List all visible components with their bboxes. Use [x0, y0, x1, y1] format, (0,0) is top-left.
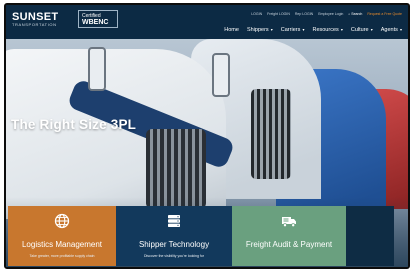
utility-link-login[interactable]: LOGIN: [251, 12, 262, 16]
utility-link-employee-login[interactable]: Employee Login: [318, 12, 343, 16]
site-header: SUNSET TRANSPORTATION Certified WBENC LO…: [6, 5, 408, 39]
card-next-partial: [346, 206, 394, 266]
nav-item-home[interactable]: Home: [224, 27, 239, 33]
search-icon: ⌕: [348, 12, 351, 16]
site-logo[interactable]: SUNSET TRANSPORTATION: [12, 11, 58, 27]
brand-tagline: TRANSPORTATION: [12, 22, 57, 27]
nav-label: Home: [224, 27, 239, 33]
card-title: Shipper Technology: [138, 240, 210, 249]
search-label: Search: [351, 12, 363, 16]
utility-link-freight-login[interactable]: Freight LOGIN: [267, 12, 290, 16]
truck-icon: [282, 217, 296, 228]
card-shipper-technology[interactable]: Shipper Technology Discover the visibili…: [116, 206, 232, 266]
card-title: Logistics Management: [21, 240, 103, 249]
wbenc-badge: Certified WBENC: [78, 10, 118, 28]
server-icon: [168, 215, 180, 227]
wbenc-badge-text: WBENC: [82, 19, 109, 26]
nav-label: Shippers: [246, 27, 269, 33]
nav-label: Carriers: [280, 27, 301, 33]
chevron-down-icon: ▾: [369, 27, 373, 32]
card-title: Freight Audit & Payment: [245, 240, 333, 249]
chevron-down-icon: ▾: [339, 27, 343, 32]
nav-item-shippers[interactable]: Shippers ▾: [247, 27, 273, 33]
nav-label: Culture: [350, 27, 369, 33]
nav-item-culture[interactable]: Culture ▾: [351, 27, 373, 33]
service-cards: Logistics Management Take greater, more …: [8, 206, 394, 266]
request-quote-link[interactable]: Request a Free Quote: [367, 12, 402, 16]
chevron-down-icon: ▾: [398, 27, 402, 32]
chevron-down-icon: ▾: [301, 27, 305, 32]
truck-mirror: [88, 47, 106, 91]
card-description: Discover the visibility you're looking f…: [144, 254, 204, 258]
card-description: Take greater, more profitable supply cha…: [29, 254, 95, 258]
nav-item-carriers[interactable]: Carriers ▾: [281, 27, 305, 33]
utility-link-rep-login[interactable]: Rep LOGIN: [295, 12, 313, 16]
nav-label: Agents: [380, 27, 398, 33]
chevron-down-icon: ▾: [269, 27, 273, 32]
card-freight-audit-payment[interactable]: Freight Audit & Payment: [232, 206, 346, 266]
search-link[interactable]: ⌕ Search: [348, 12, 362, 16]
truck-grille: [251, 89, 291, 179]
main-nav: Home Shippers ▾ Carriers ▾ Resources ▾ C…: [224, 27, 402, 33]
card-logistics-management[interactable]: Logistics Management Take greater, more …: [8, 206, 116, 266]
utility-links: LOGIN Freight LOGIN Rep LOGIN Employee L…: [251, 12, 402, 16]
hero-headline: The Right Size 3PL: [11, 117, 137, 132]
nav-label: Resources: [312, 27, 339, 33]
truck-mirror: [212, 53, 230, 97]
globe-icon: [54, 213, 70, 229]
nav-item-agents[interactable]: Agents ▾: [381, 27, 402, 33]
truck-image-white-front: [6, 49, 236, 219]
nav-item-resources[interactable]: Resources ▾: [312, 27, 342, 33]
